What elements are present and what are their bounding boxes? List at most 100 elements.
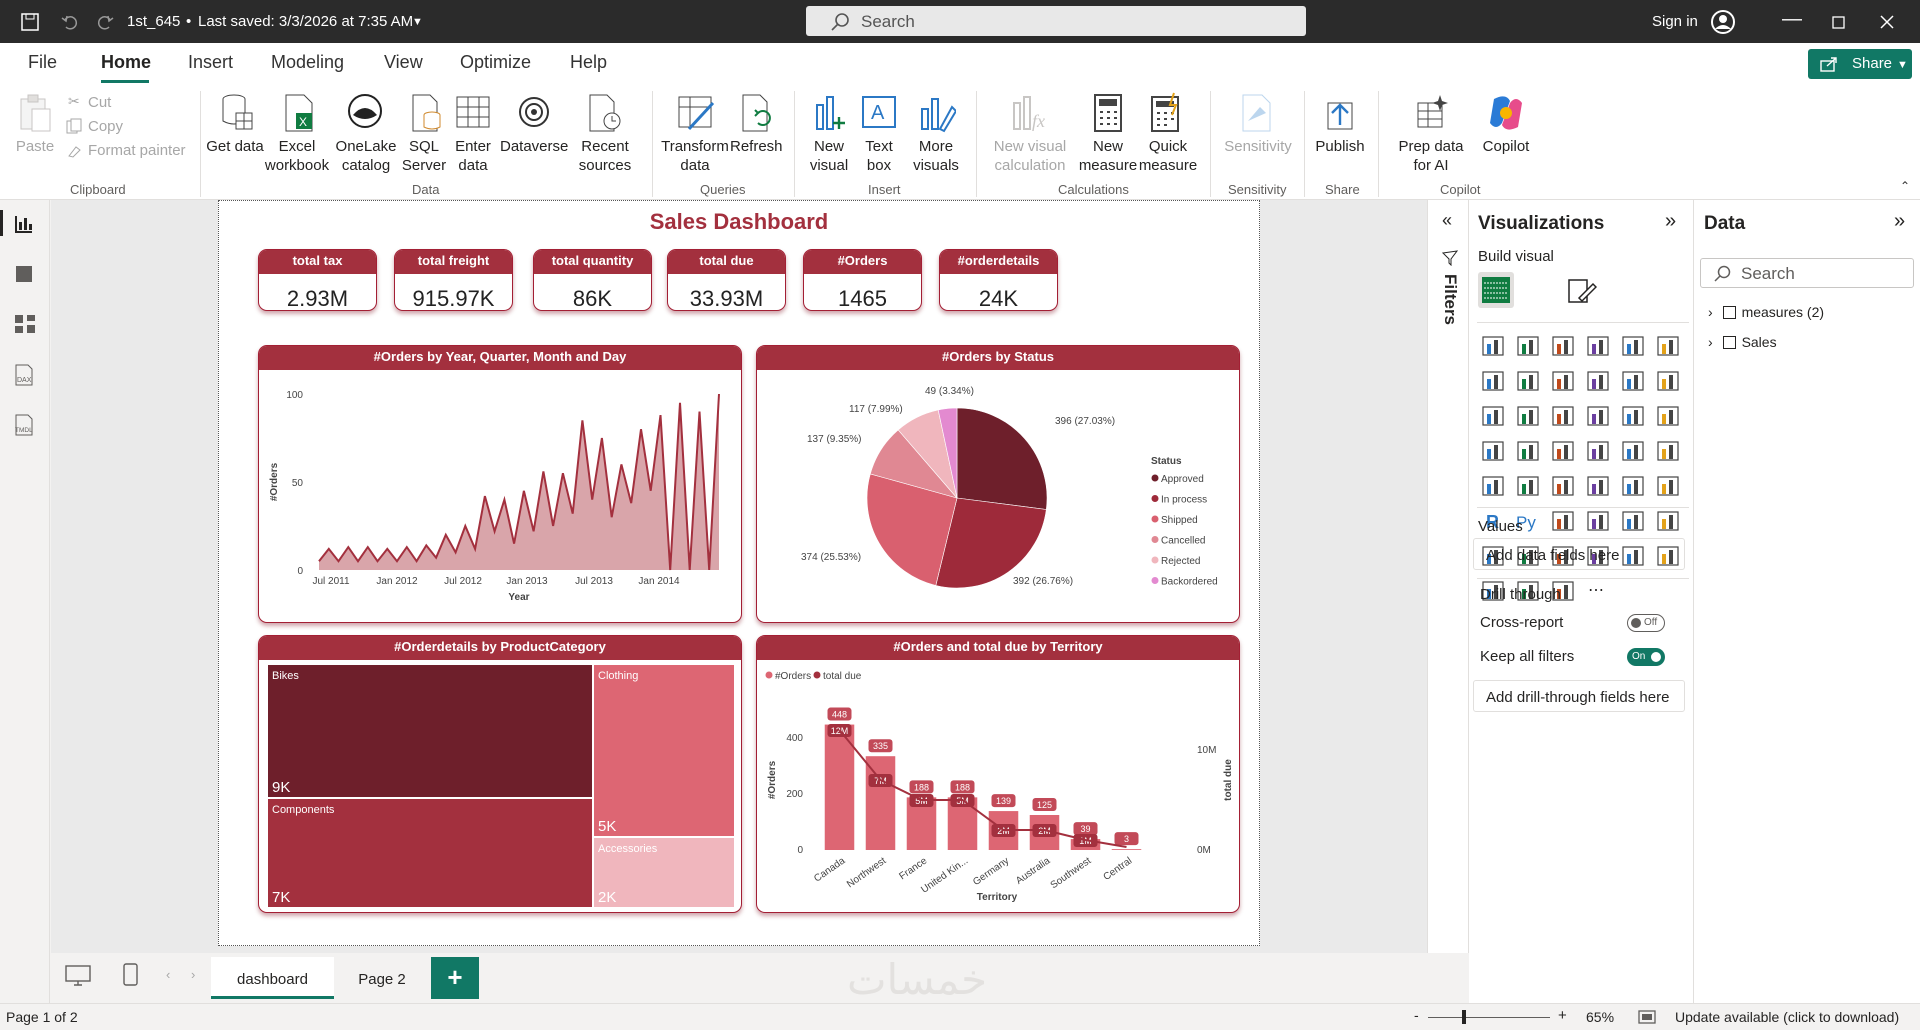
prep-data-for-ai-button[interactable]: Prep data for AI — [1388, 137, 1474, 175]
quick-measure-button[interactable]: Quick measure — [1138, 137, 1198, 175]
paginated-visual-icon[interactable] — [1656, 509, 1682, 535]
combo-chart-card[interactable]: #Orders and total due by Territory #Orde… — [756, 635, 1240, 913]
100pct-column-visual-icon[interactable] — [1656, 334, 1682, 360]
treemap-tile[interactable]: Clothing 5K — [593, 664, 735, 837]
maximize-icon[interactable] — [1832, 16, 1845, 29]
pie-visual-icon[interactable] — [1621, 404, 1647, 430]
treemap-tile[interactable]: Bikes 9K — [267, 664, 593, 798]
report-view-icon[interactable] — [14, 214, 34, 234]
enter-data-button[interactable]: Enter data — [449, 137, 497, 175]
expand-left-icon[interactable]: « — [1442, 210, 1452, 231]
kpi-visual-icon[interactable] — [1516, 474, 1542, 500]
collapse-visualizations-icon[interactable]: » — [1665, 210, 1676, 233]
publish-button[interactable]: Publish — [1308, 137, 1372, 156]
filters-pane-collapsed[interactable]: « Filters — [1427, 200, 1469, 953]
ribbon-visual-icon[interactable] — [1481, 404, 1507, 430]
recent-sources-button[interactable]: Recent sources — [568, 137, 642, 175]
scroll-left-icon[interactable]: ‹ — [166, 967, 170, 982]
collapse-data-icon[interactable]: » — [1894, 210, 1905, 233]
paste-button[interactable]: Paste — [10, 137, 60, 156]
menu-file[interactable]: File — [28, 52, 57, 73]
update-available-link[interactable]: Update available (click to download) — [1675, 1009, 1899, 1025]
line-clustered-column-visual-icon[interactable] — [1656, 369, 1682, 395]
undo-icon[interactable] — [60, 12, 80, 32]
drill-through-drop-zone[interactable]: Add drill-through fields here — [1473, 680, 1685, 712]
dataverse-button[interactable]: Dataverse — [500, 137, 568, 156]
more-visuals-button[interactable]: More visuals — [904, 137, 968, 175]
avatar-icon[interactable] — [1710, 9, 1736, 35]
waterfall-visual-icon[interactable] — [1516, 404, 1542, 430]
tab-dashboard[interactable]: dashboard — [211, 957, 334, 999]
values-drop-zone[interactable]: Add data fields here — [1473, 538, 1685, 570]
pie-chart-card[interactable]: #Orders by Status 396 (27.03%) 392 (26.76… — [756, 345, 1240, 623]
menu-help[interactable]: Help — [570, 52, 607, 73]
table-view-icon[interactable] — [14, 264, 34, 284]
kpi-card[interactable]: #Orders 1465 — [803, 249, 922, 311]
new-visual-calculation-button[interactable]: New visual calculation — [990, 137, 1070, 175]
sign-in-link[interactable]: Sign in — [1652, 13, 1698, 30]
fit-to-page-icon[interactable] — [1638, 1010, 1656, 1024]
azure-map-visual-icon[interactable] — [1586, 439, 1612, 465]
new-visual-button[interactable]: New visual — [805, 137, 853, 175]
menu-view[interactable]: View — [384, 52, 423, 73]
scatter-visual-icon[interactable] — [1586, 404, 1612, 430]
100pct-bar-visual-icon[interactable] — [1621, 334, 1647, 360]
mobile-layout-icon[interactable] — [123, 963, 139, 987]
100pct-area-visual-icon[interactable] — [1586, 369, 1612, 395]
new-measure-button[interactable]: New measure — [1078, 137, 1138, 175]
menu-home[interactable]: Home — [101, 52, 151, 73]
treemap-visual-icon[interactable] — [1481, 439, 1507, 465]
save-icon[interactable] — [20, 12, 40, 32]
kpi-card[interactable]: total due 33.93M — [667, 249, 786, 311]
format-painter-button[interactable]: Format painter — [88, 141, 186, 160]
chevron-down-icon[interactable]: ▼ — [412, 16, 423, 28]
get-data-button[interactable]: Get data — [205, 137, 265, 156]
desktop-layout-icon[interactable] — [65, 965, 91, 987]
close-icon[interactable] — [1880, 15, 1894, 29]
sensitivity-button[interactable]: Sensitivity — [1218, 137, 1298, 156]
model-view-icon[interactable] — [14, 314, 36, 334]
funnel-visual-icon[interactable] — [1551, 404, 1577, 430]
collapse-ribbon-icon[interactable]: ⌃ — [1900, 179, 1910, 193]
line-visual-icon[interactable] — [1481, 369, 1507, 395]
menu-optimize[interactable]: Optimize — [460, 52, 531, 73]
zoom-slider[interactable] — [1462, 1010, 1466, 1024]
area-chart-card[interactable]: #Orders by Year, Quarter, Month and Day … — [258, 345, 742, 623]
filled-map-visual-icon[interactable] — [1551, 439, 1577, 465]
kpi-card[interactable]: #orderdetails 24K — [939, 249, 1058, 311]
clustered-column-visual-icon[interactable] — [1586, 334, 1612, 360]
qa-visual-icon[interactable] — [1621, 509, 1647, 535]
donut-visual-icon[interactable] — [1656, 404, 1682, 430]
menu-modeling[interactable]: Modeling — [271, 52, 344, 73]
search-input[interactable]: Search — [806, 6, 1306, 36]
menu-insert[interactable]: Insert — [188, 52, 233, 73]
line-stacked-column-visual-icon[interactable] — [1621, 369, 1647, 395]
cross-report-toggle[interactable]: Off — [1627, 614, 1665, 632]
kpi-card[interactable]: total tax 2.93M — [258, 249, 377, 311]
stacked-column-visual-icon[interactable] — [1516, 334, 1542, 360]
scroll-right-icon[interactable]: › — [191, 967, 195, 982]
tab-page-2[interactable]: Page 2 — [334, 957, 430, 999]
minimize-icon[interactable]: — — [1782, 8, 1802, 31]
treemap-tile[interactable]: Components 7K — [267, 798, 593, 908]
cut-button[interactable]: Cut — [88, 93, 111, 112]
sql-server-button[interactable]: SQL Server — [398, 137, 450, 175]
key-influencers-visual-icon[interactable] — [1551, 509, 1577, 535]
transform-data-button[interactable]: Transform data — [657, 137, 733, 175]
table-visual-icon[interactable] — [1586, 474, 1612, 500]
table-item-sales[interactable]: › Sales — [1708, 334, 1777, 350]
map-visual-icon[interactable] — [1516, 439, 1542, 465]
treemap-tile[interactable]: Accessories 2K — [593, 837, 735, 908]
kpi-card[interactable]: total freight 915.97K — [394, 249, 513, 311]
area-visual-icon[interactable] — [1516, 369, 1542, 395]
tmdl-view-icon[interactable]: TMDL — [12, 413, 36, 437]
zoom-in-button[interactable]: + — [1558, 1007, 1567, 1024]
excel-workbook-button[interactable]: Excel workbook — [260, 137, 334, 175]
format-visual-icon[interactable] — [1565, 276, 1597, 306]
treemap-card[interactable]: #Orderdetails by ProductCategory Bikes 9K… — [258, 635, 742, 913]
kpi-card[interactable]: total quantity 86K — [533, 249, 652, 311]
card-visual-icon[interactable] — [1656, 439, 1682, 465]
gauge-visual-icon[interactable] — [1621, 439, 1647, 465]
add-page-button[interactable]: + — [431, 957, 479, 999]
stacked-area-visual-icon[interactable] — [1551, 369, 1577, 395]
